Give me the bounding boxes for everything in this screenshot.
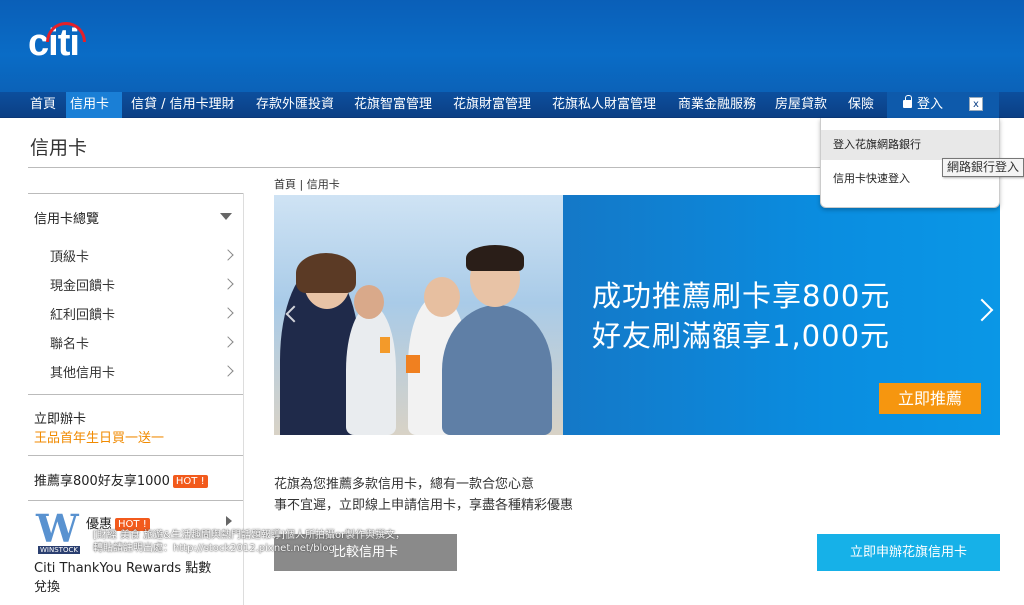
sidebar-item-other[interactable]: 其他信用卡 [50,362,115,381]
chevron-right-icon [222,278,234,290]
person-hair [466,245,524,271]
sidebar-item-cashback[interactable]: 現金回饋卡 [50,275,115,294]
watermark-logo-letter: W [36,506,79,551]
watermark-line-1: [財經 美食 旅遊&生活趣聞與熱門話題報導]個人所拍攝or製作與撰文， [93,530,406,541]
intro-text-2: 事不宜遲，立即線上申請信用卡，享盡各種精彩優惠 [274,498,574,513]
drink-glass [380,337,390,353]
person-hair [296,253,356,293]
person-figure [346,305,396,435]
banner-headline-2: 好友刷滿額享1,000元 [592,319,891,353]
refer-now-button[interactable]: 立即推薦 [879,383,981,414]
nav-mortgage[interactable]: 房屋貸款 [771,92,831,118]
breadcrumb[interactable]: 首頁 | 信用卡 [274,176,340,192]
person-face [354,285,384,319]
banner-photo [274,195,563,435]
person-face [424,277,460,317]
person-figure [442,305,552,435]
main-nav: 首頁 信用卡 信貸 / 信用卡理財 存款外匯投資 花旗智富管理 花旗財富管理 花… [0,92,1024,118]
watermark-text: [財經 美食 旅遊&生活趣聞與熱門話題報導]個人所拍攝or製作與撰文， 轉貼請註… [93,529,405,555]
promo-referral-label: 推薦享800好友享1000 [34,474,170,489]
hot-badge: HOT ! [172,475,208,488]
promo-thankyou[interactable]: Citi ThankYou Rewards 點數 [34,557,211,576]
intro-text-1: 花旗為您推薦多款信用卡，總有一款合您心意 [274,477,535,492]
nav-home[interactable]: 首頁 [26,92,60,118]
promo-banner[interactable]: 成功推薦刷卡享800元 好友刷滿額享1,000元 立即推薦 [274,195,1000,435]
watermark-logo: W WINSTOCK [36,506,90,558]
nav-citigold[interactable]: 花旗智富管理 [350,92,436,118]
promo-wangsteak[interactable]: 王品首年生日買一送一 [34,427,164,446]
chevron-right-icon [222,336,234,348]
divider [28,455,244,456]
promo-thankyou-sub[interactable]: 兌換 [34,576,60,595]
login-label: 登入 [917,97,944,112]
nav-private-wealth[interactable]: 花旗私人財富管理 [548,92,660,118]
nav-credit-card[interactable]: 信用卡 [66,92,122,118]
banner-headline-1: 成功推薦刷卡享800元 [592,279,891,313]
sidebar-item-cobrand[interactable]: 聯名卡 [50,333,89,352]
watermark-line-2: 轉貼請註明出處：http://stock2012.pixnet.net/blog [93,543,335,554]
watermark-logo-sub: WINSTOCK [38,546,80,554]
nav-commercial[interactable]: 商業金融服務 [674,92,760,118]
nav-insurance[interactable]: 保險 [844,92,878,118]
chevron-right-icon [222,365,234,377]
nav-deposit-invest[interactable]: 存款外匯投資 [252,92,338,118]
dropdown-item-online-banking[interactable]: 登入花旗網路銀行 [821,130,999,160]
divider [28,500,244,501]
site-header: citi [0,0,1024,92]
nav-wealth[interactable]: 花旗財富管理 [449,92,535,118]
apply-card-button[interactable]: 立即申辦花旗信用卡 [817,534,1000,571]
nav-loans[interactable]: 信貸 / 信用卡理財 [127,92,239,118]
chevron-right-icon [222,307,234,319]
divider [28,193,244,194]
promo-referral[interactable]: 推薦享800好友享1000 HOT ! [34,470,208,489]
tooltip: 網路銀行登入 [942,158,1024,177]
divider [28,394,244,395]
lock-icon [903,95,912,108]
page-title: 信用卡 [30,137,88,159]
sidebar-overview[interactable]: 信用卡總覽 [34,208,99,227]
chevron-right-icon [222,249,234,261]
caret-right-icon[interactable] [226,516,232,526]
close-icon[interactable]: x [969,97,983,111]
sidebar-item-premium[interactable]: 頂級卡 [50,246,89,265]
caret-down-icon[interactable] [220,213,232,220]
sidebar-item-rewards[interactable]: 紅利回饋卡 [50,304,115,323]
promo-apply-now[interactable]: 立即辦卡 [34,408,86,427]
drink-glass [406,355,420,373]
